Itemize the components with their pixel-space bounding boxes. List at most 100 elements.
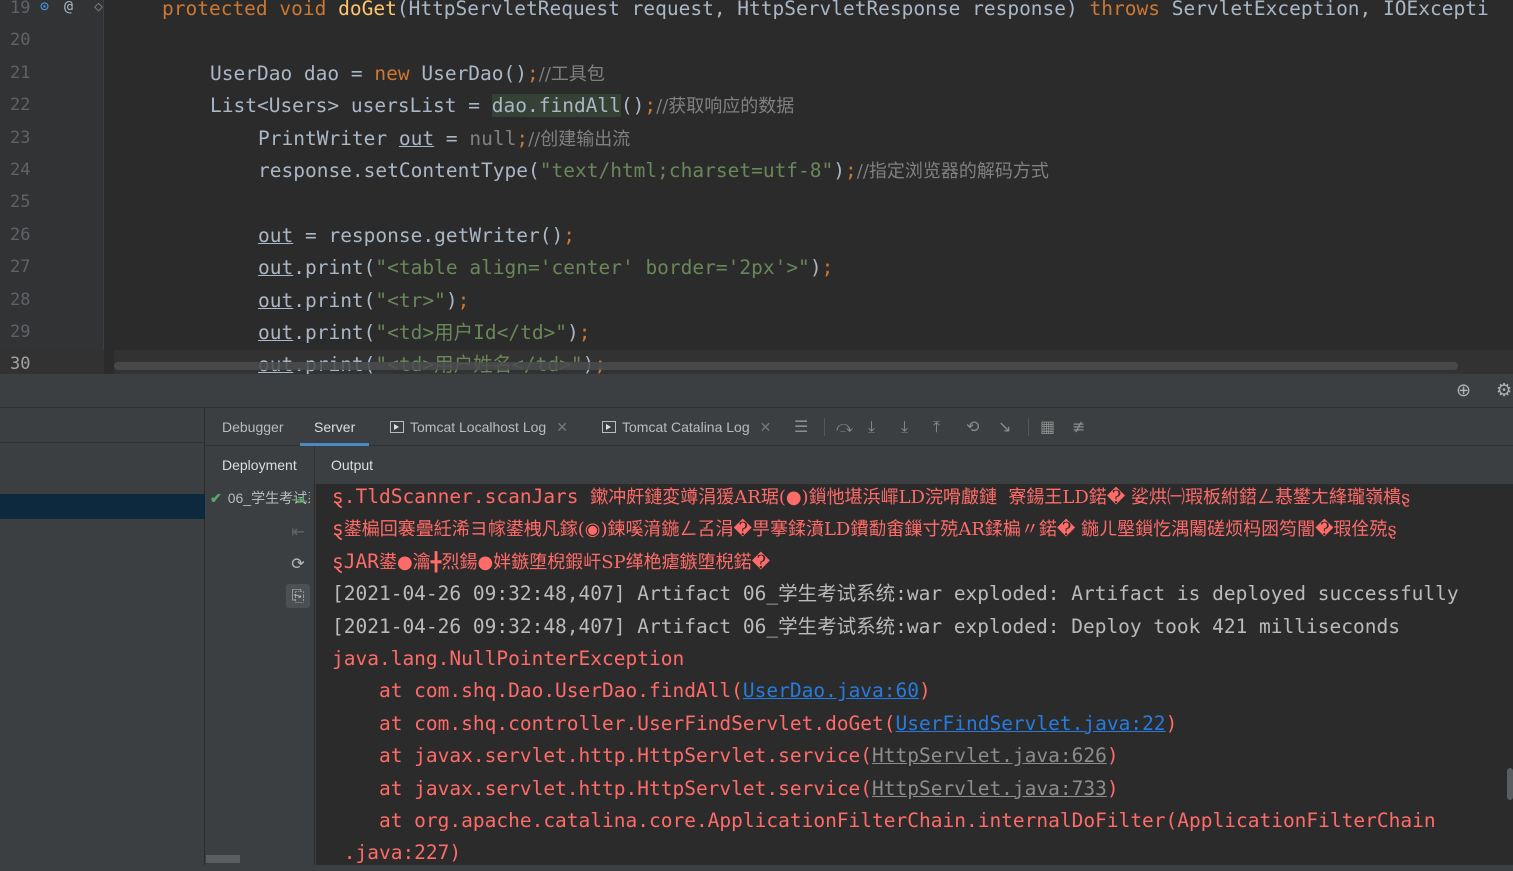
code-text: .print(	[293, 288, 376, 312]
output-text: ȿJAR	[332, 549, 379, 573]
stack-frame-text: )	[919, 679, 931, 703]
services-tool-window: ⊕ ⚙ Debugger Server Tomcat Localhost Log…	[0, 374, 1513, 871]
refresh-icon[interactable]: ⟳	[286, 552, 310, 576]
method-params: (HttpServletRequest request, HttpServlet…	[396, 0, 1090, 20]
code-line-28[interactable]: out.print("<tr>");	[114, 286, 1513, 318]
semicolon: ;	[527, 61, 539, 85]
deploy-icon[interactable]: ⇥	[286, 488, 310, 512]
close-icon[interactable]: ✕	[760, 419, 772, 435]
library-source-link[interactable]: HttpServlet.java:733	[872, 777, 1107, 800]
code-text: )	[833, 159, 846, 182]
gutter-line-19: 19 ⊙ @ ◇	[0, 0, 104, 26]
output-line: ȿ鍙楄回褰曡紝浠ヨ幏鍙栧凡鎵(◉)鍊嗘湇鍦ㄥ叾涓�甼搴鍒濆LD鐨勫畬鏁寸殑AR鍒…	[332, 513, 1397, 545]
gutter-line-29: 29	[0, 318, 104, 350]
override-marker-icon[interactable]: ⊙	[40, 0, 49, 15]
line-number: 23	[10, 127, 31, 148]
line-gutter: 19 ⊙ @ ◇ 20 21 22 23 24 25 26 27 28 29 3…	[0, 0, 104, 374]
annotation-icon[interactable]: @	[64, 0, 73, 15]
code-line-22[interactable]: List<Users> usersList = dao.findAll();//…	[114, 91, 1513, 123]
code-comment: //创建输出流	[528, 128, 631, 150]
code-text: )	[567, 321, 579, 344]
gutter-line-28: 28	[0, 286, 104, 318]
code-editor[interactable]: 19 ⊙ @ ◇ 20 21 22 23 24 25 26 27 28 29 3…	[0, 0, 1513, 374]
evaluate-icon[interactable]: ▦	[1040, 417, 1055, 436]
restore-layout-icon[interactable]: ⤼	[836, 417, 853, 437]
trace-icon[interactable]: ≢	[1072, 417, 1085, 436]
semicolon: ;	[845, 159, 857, 182]
menu-icon[interactable]: ☰	[794, 417, 808, 436]
step-out-icon[interactable]: ⤒	[933, 417, 940, 437]
stack-frame-text: at javax.servlet.http.HttpServlet.servic…	[332, 776, 873, 800]
run-to-cursor-icon[interactable]: ↘	[998, 417, 1011, 436]
gear-icon[interactable]: ⚙	[1496, 380, 1512, 401]
library-source-link[interactable]: HttpServlet.java:626	[872, 744, 1107, 767]
gutter-line-26: 26	[0, 221, 104, 253]
undeploy-icon[interactable]: ⇤	[286, 520, 310, 544]
code-line-26[interactable]: out = response.getWriter();	[114, 221, 1513, 253]
keyword: protected	[162, 0, 268, 20]
code-line-29[interactable]: out.print("<td>用户Id</td>");	[114, 318, 1513, 350]
tab-tomcat-localhost-log[interactable]: Tomcat Localhost Log ✕	[388, 408, 570, 446]
gutter-line-23: 23	[0, 124, 104, 156]
tab-debugger[interactable]: Debugger	[220, 408, 286, 446]
stack-frame-text: at javax.servlet.http.HttpServlet.servic…	[332, 744, 873, 768]
editor-horizontal-scrollbar[interactable]	[114, 362, 1458, 370]
gutter-line-22: 22	[0, 91, 104, 123]
services-tree-panel	[0, 408, 205, 871]
stack-frame-text: )	[1165, 711, 1178, 735]
variable-out: out	[398, 126, 435, 150]
code-line-27[interactable]: out.print("<table align='center' border=…	[114, 253, 1513, 285]
line-number: 19	[10, 0, 31, 18]
string-literal: "<tr>"	[375, 288, 446, 312]
line-number: 22	[10, 95, 31, 116]
console-icon	[602, 421, 616, 433]
line-number: 30	[10, 354, 31, 374]
tab-server[interactable]: Server	[300, 408, 370, 446]
tab-label: Debugger	[222, 419, 284, 435]
semicolon: ;	[821, 256, 834, 280]
exception-line: java.lang.NullPointerException	[332, 647, 685, 670]
garbled-text: 鍙楄回褰曡紝浠ヨ幏鍙栧凡鎵(◉)鍊嗘湇鍦ㄥ叾涓�甼搴鍒濆LD鐨勫畬鏁寸殑AR鍒楄…	[343, 519, 1397, 541]
checkmark-icon: ✔	[210, 490, 222, 506]
tab-tomcat-catalina-log[interactable]: Tomcat Catalina Log ✕	[600, 408, 773, 446]
source-link[interactable]: UserFindServlet.java:22	[896, 712, 1166, 735]
semicolon: ;	[644, 94, 657, 118]
output-header: Output	[331, 457, 374, 473]
variable-out: out	[258, 321, 294, 344]
close-icon[interactable]: ✕	[556, 419, 568, 435]
output-console[interactable]: ȿ.TldScanner.scanJars 鏉冲皯鏈変竴涓猨AR琚(●)鎻忚堪浜…	[316, 484, 1513, 871]
deployment-header: Deployment	[222, 457, 297, 473]
divider	[0, 442, 205, 443]
code-line-23[interactable]: PrintWriter out = null;//创建输出流	[114, 124, 1513, 156]
selected-service-row[interactable]	[0, 494, 205, 519]
semicolon: ;	[563, 223, 576, 247]
output-line: ȿJAR鍙●瀹╋烈鍚●姅鏃堕棿鍜屽SP缂栬瘧鏃堕棿鍩�	[332, 546, 770, 578]
code-text: PrintWriter	[258, 126, 399, 150]
code-text: List<Users> usersList =	[210, 94, 492, 118]
step-into-icon[interactable]: ⤓	[901, 417, 908, 437]
code-line-21[interactable]: UserDao dao = new UserDao();//工具包	[114, 59, 1513, 91]
code-text: response.setContentType(	[258, 159, 540, 182]
code-line-24[interactable]: response.setContentType("text/html;chars…	[114, 156, 1513, 188]
step-over-icon[interactable]: ⤓	[868, 417, 875, 437]
code-line-19[interactable]: protected void doGet(HttpServletRequest …	[114, 0, 1513, 26]
target-icon[interactable]: ⊕	[1456, 380, 1471, 401]
code-comment: //工具包	[538, 63, 605, 85]
code-area[interactable]: protected void doGet(HttpServletRequest …	[114, 0, 1513, 374]
output-text: ȿ	[332, 517, 344, 541]
bookmark-icon[interactable]: ◇	[94, 0, 103, 15]
stack-frame-text: at com.shq.Dao.UserDao.findAll(	[332, 679, 743, 703]
variable-out: out	[258, 256, 294, 280]
source-link[interactable]: UserDao.java:60	[743, 679, 919, 702]
update-icon[interactable]: ⎘	[286, 584, 310, 608]
line-number: 25	[10, 192, 31, 213]
drop-frame-icon[interactable]: ⟲	[966, 417, 979, 436]
keyword: new	[374, 61, 410, 85]
output-scrollbar[interactable]	[1507, 768, 1513, 800]
line-number: 24	[10, 160, 31, 180]
tab-label: Server	[314, 419, 356, 435]
garbled-text: 鍙●瀹╋烈鍚●姅鏃堕棿鍜屽SP缂栬瘧鏃堕棿鍩�	[378, 551, 771, 573]
deployment-scrollbar[interactable]	[206, 855, 240, 863]
output-line: [2021-04-26 09:32:48,407] Artifact 06_学生…	[332, 614, 1400, 638]
keyword: throws	[1089, 0, 1160, 20]
